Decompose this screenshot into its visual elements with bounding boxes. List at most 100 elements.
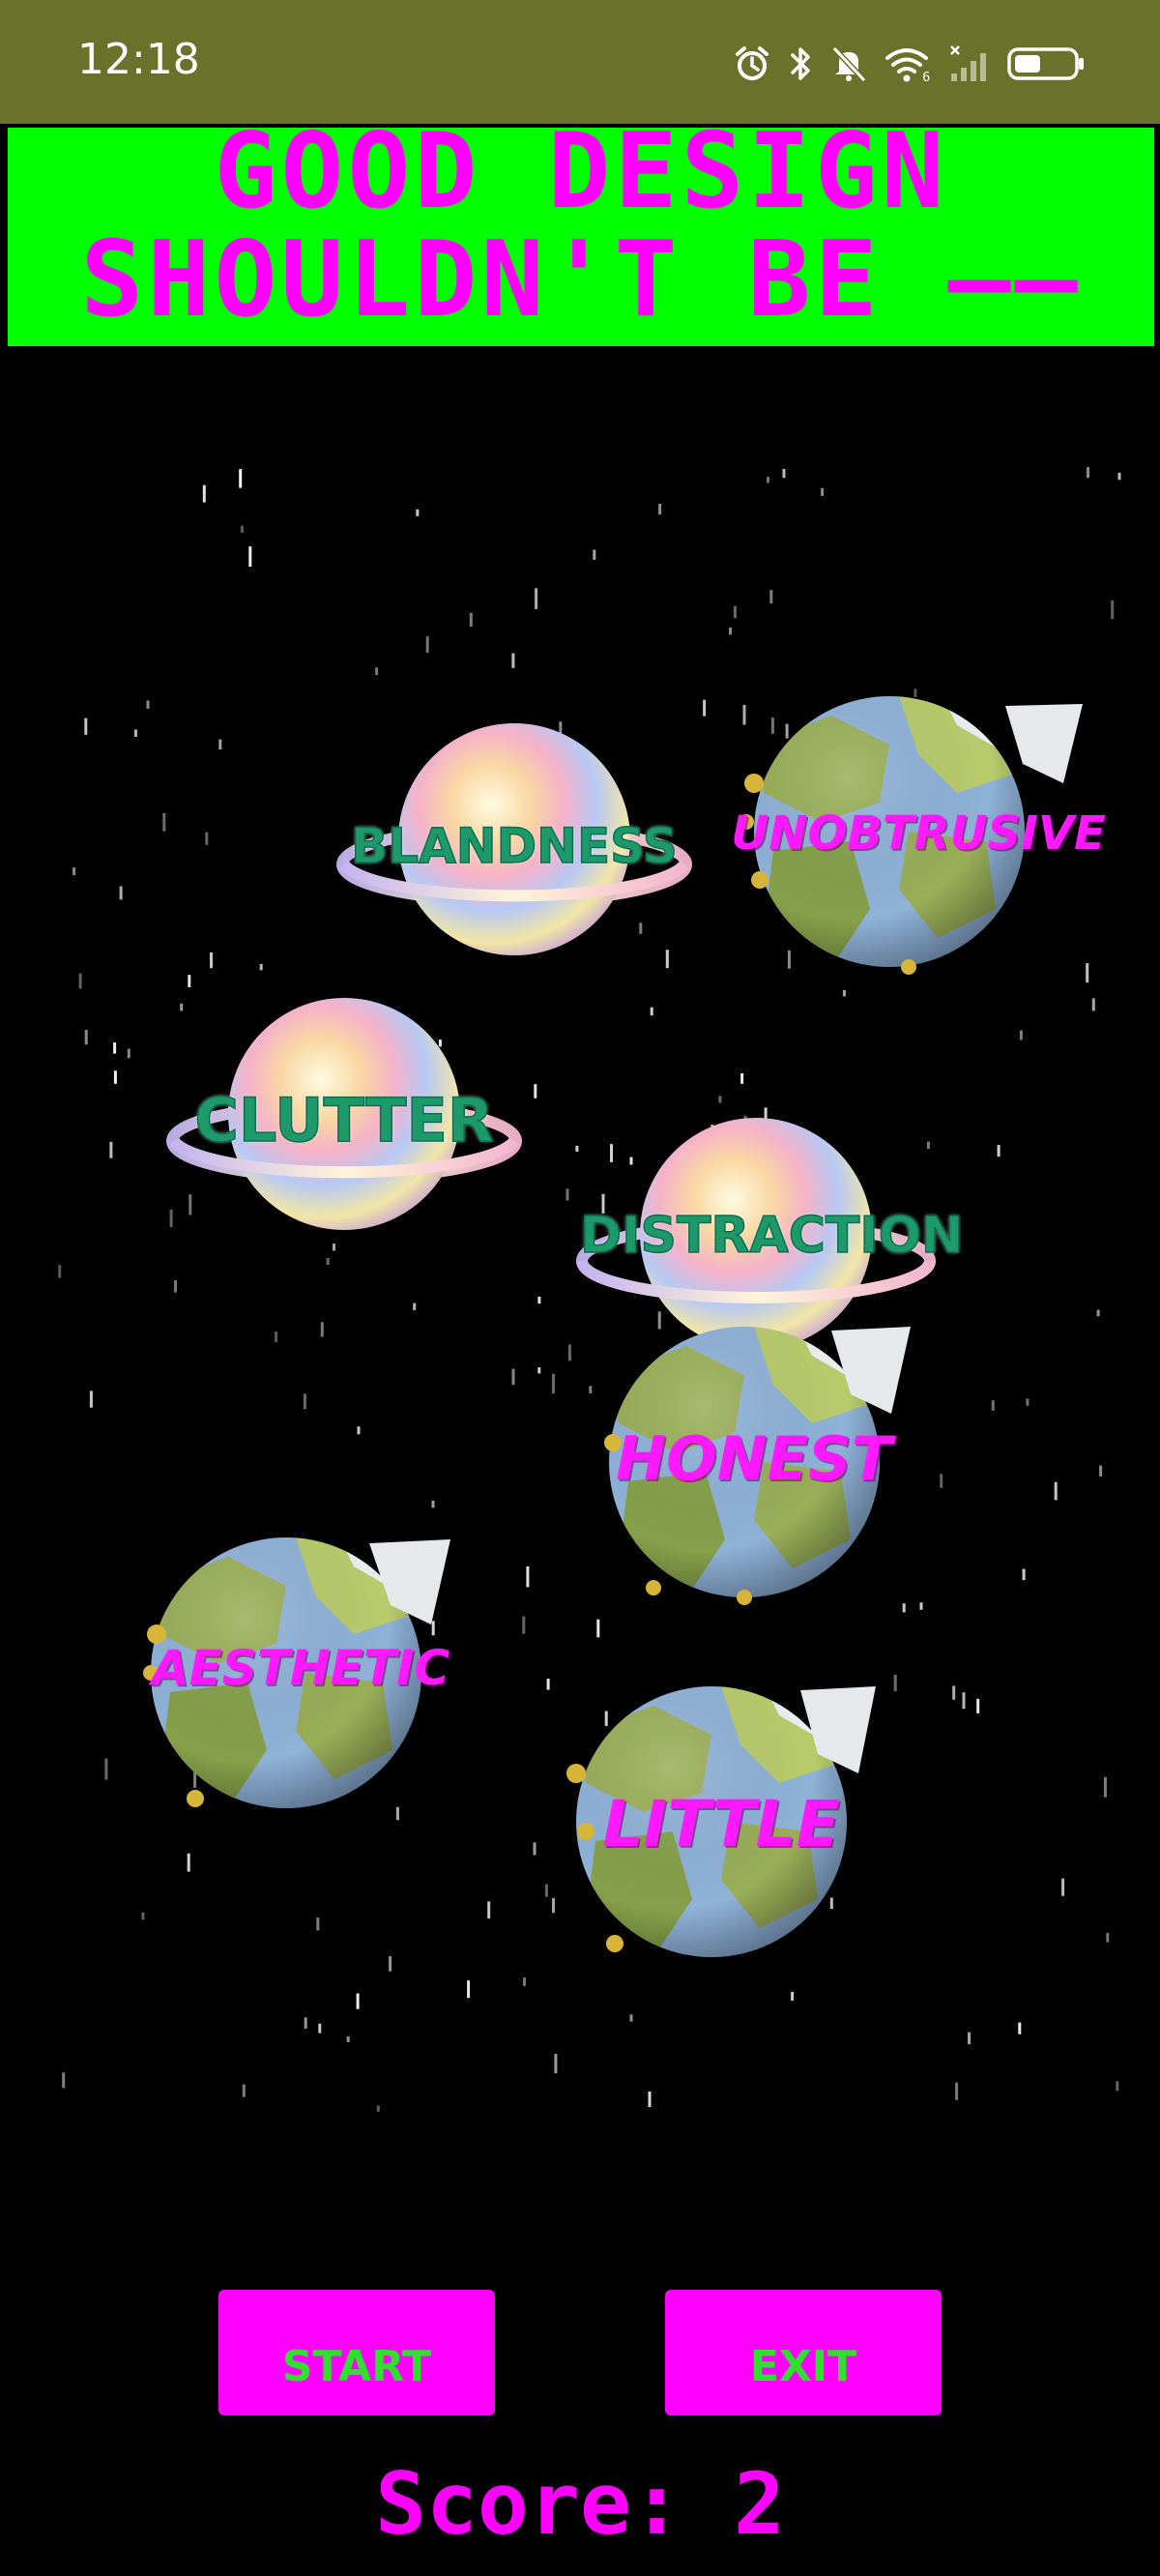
star bbox=[218, 739, 222, 749]
star bbox=[146, 700, 150, 709]
star bbox=[78, 973, 82, 989]
star bbox=[575, 1145, 579, 1152]
planet-little[interactable]: LITTLE bbox=[547, 1667, 895, 1976]
star bbox=[791, 1991, 795, 2001]
star bbox=[174, 1279, 177, 1293]
star bbox=[187, 1853, 190, 1872]
star bbox=[333, 1244, 335, 1251]
score-display: Score: 2 bbox=[0, 2462, 1160, 2547]
star bbox=[629, 2014, 633, 2022]
exit-button[interactable]: EXIT bbox=[665, 2290, 942, 2415]
star bbox=[537, 1367, 541, 1374]
star bbox=[782, 468, 786, 479]
star bbox=[593, 549, 596, 560]
star bbox=[1111, 600, 1115, 620]
star bbox=[303, 1393, 306, 1410]
star bbox=[1103, 1776, 1107, 1798]
star bbox=[89, 1390, 93, 1408]
star bbox=[1106, 1932, 1110, 1943]
planet-clutter[interactable]: CLUTTER bbox=[166, 996, 522, 1238]
star bbox=[1091, 998, 1095, 1011]
star bbox=[1061, 1878, 1065, 1896]
star bbox=[375, 667, 379, 676]
star bbox=[326, 1258, 330, 1266]
planet-unobtrusive[interactable]: UNOBTRUSIVE bbox=[715, 677, 1121, 996]
star bbox=[425, 636, 429, 654]
star bbox=[134, 729, 137, 737]
star bbox=[62, 2072, 66, 2089]
status-bar: 12:18 6 bbox=[0, 0, 1160, 124]
star bbox=[523, 1977, 526, 1986]
star bbox=[318, 2023, 322, 2034]
star bbox=[141, 1912, 145, 1920]
star bbox=[72, 867, 76, 876]
star bbox=[596, 1619, 600, 1638]
star bbox=[210, 951, 213, 969]
svg-text:6: 6 bbox=[922, 71, 930, 83]
question-line-2: SHOULDN'T BE —— bbox=[80, 220, 1082, 340]
star bbox=[976, 1698, 980, 1713]
star bbox=[320, 1322, 324, 1337]
star bbox=[534, 1084, 537, 1098]
star bbox=[239, 469, 243, 488]
star bbox=[162, 812, 166, 832]
star bbox=[997, 1145, 1000, 1157]
star bbox=[1116, 2081, 1119, 2092]
alarm-icon bbox=[733, 44, 771, 83]
star bbox=[104, 1758, 108, 1780]
star bbox=[84, 717, 88, 735]
question-banner: GOOD DESIGN SHOULDN'T BE —— bbox=[8, 128, 1154, 346]
star bbox=[487, 1901, 491, 1918]
status-icons: 6 bbox=[733, 44, 1087, 83]
star bbox=[566, 1188, 569, 1201]
bluetooth-icon bbox=[787, 44, 814, 83]
star bbox=[248, 546, 252, 568]
planet-aesthetic[interactable]: AESTHETIC bbox=[131, 1518, 470, 1828]
star bbox=[1026, 1398, 1030, 1406]
planet-blandness[interactable]: BLANDNESS bbox=[336, 721, 692, 963]
star bbox=[469, 612, 473, 628]
star bbox=[526, 1566, 530, 1588]
battery-icon bbox=[1007, 44, 1087, 83]
planet-honest[interactable]: HONEST bbox=[580, 1307, 928, 1617]
star bbox=[376, 2105, 380, 2112]
star bbox=[533, 1842, 536, 1856]
star bbox=[259, 963, 263, 971]
star bbox=[413, 1303, 417, 1310]
mute-icon bbox=[829, 44, 868, 83]
star bbox=[733, 605, 737, 619]
star bbox=[1117, 472, 1121, 481]
star bbox=[729, 628, 732, 635]
star bbox=[648, 2091, 652, 2108]
star bbox=[1019, 1030, 1023, 1040]
star bbox=[205, 832, 209, 845]
star bbox=[389, 1956, 392, 1972]
star bbox=[113, 1070, 117, 1084]
start-button[interactable]: START bbox=[218, 2290, 495, 2415]
star bbox=[658, 504, 662, 515]
star bbox=[1087, 467, 1089, 479]
star bbox=[242, 2084, 246, 2097]
star bbox=[416, 509, 420, 516]
star bbox=[1099, 1465, 1103, 1477]
star bbox=[968, 2032, 972, 2045]
star bbox=[952, 1685, 956, 1700]
star bbox=[1018, 2022, 1022, 2034]
star bbox=[1054, 1481, 1058, 1501]
score-label: Score: bbox=[375, 2454, 682, 2554]
star bbox=[552, 1373, 555, 1394]
star bbox=[1096, 1309, 1100, 1317]
star bbox=[537, 1296, 541, 1304]
signal-icon bbox=[949, 44, 992, 83]
star bbox=[316, 1917, 320, 1931]
star bbox=[304, 2017, 307, 2029]
star bbox=[718, 1096, 722, 1103]
score-value: 2 bbox=[733, 2454, 785, 2554]
star bbox=[740, 1073, 744, 1084]
star bbox=[650, 1007, 653, 1016]
star bbox=[127, 1048, 130, 1059]
star bbox=[240, 525, 244, 533]
star bbox=[188, 975, 191, 987]
star bbox=[356, 1993, 360, 2009]
question-line-1: GOOD DESIGN bbox=[214, 128, 948, 232]
